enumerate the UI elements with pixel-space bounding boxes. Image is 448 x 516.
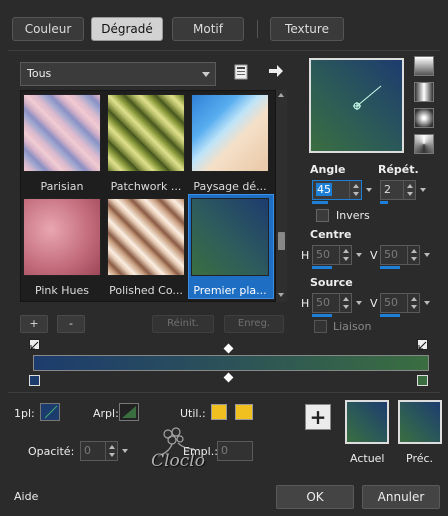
opacity-input[interactable]: 0: [80, 441, 118, 461]
chevron-down-icon: [202, 72, 210, 77]
chevron-up-icon[interactable]: [278, 93, 284, 97]
center-v-input[interactable]: 50: [380, 245, 420, 265]
remove-preset-button[interactable]: -: [57, 315, 85, 333]
foreground-label: 1pl:: [14, 407, 35, 420]
chevron-down-icon[interactable]: [424, 245, 432, 265]
preset-thumbnail-landscape[interactable]: [191, 94, 269, 172]
background-label: Arpl:: [93, 407, 119, 420]
rectangular-style-icon[interactable]: [414, 82, 434, 102]
repeat-label: Répét.: [378, 163, 419, 176]
arrow-right-icon[interactable]: [268, 64, 284, 78]
foreground-swatch[interactable]: [40, 403, 60, 421]
gradient-editor-bar[interactable]: [33, 355, 429, 371]
radial-style-icon[interactable]: [414, 108, 434, 128]
cancel-button[interactable]: Annuler: [362, 485, 440, 509]
chevron-down-icon[interactable]: [122, 441, 130, 461]
center-h-input[interactable]: 50: [312, 245, 352, 265]
preset-thumbnail-polished-copper[interactable]: [107, 198, 185, 276]
link-checkbox[interactable]: [314, 320, 327, 333]
source-h-input[interactable]: 50: [312, 293, 352, 313]
tab-gradient[interactable]: Dégradé: [91, 17, 163, 41]
tab-pattern[interactable]: Motif: [172, 17, 244, 41]
category-dropdown[interactable]: Tous: [20, 62, 216, 86]
angle-slider[interactable]: [312, 201, 328, 204]
tab-texture[interactable]: Texture: [270, 17, 344, 41]
user-color-swatch[interactable]: [235, 404, 253, 420]
divider: [8, 50, 440, 51]
preset-label: Patchwork ...: [110, 180, 182, 193]
chevron-down-icon[interactable]: [356, 293, 364, 313]
source-h-label: H: [301, 297, 310, 310]
use-label: Util.:: [180, 407, 206, 420]
current-label: Actuel: [350, 452, 385, 465]
save-preset-button[interactable]: Enreg.: [224, 315, 284, 333]
tab-color[interactable]: Couleur: [12, 17, 84, 41]
invert-checkbox[interactable]: [316, 209, 329, 222]
midpoint-marker-icon[interactable]: [223, 343, 234, 354]
chevron-down-icon[interactable]: [420, 180, 428, 200]
linear-style-icon[interactable]: [414, 56, 434, 76]
preset-label: Polished Co...: [109, 284, 183, 297]
divider: [8, 392, 440, 393]
watermark-text: Cloclo: [151, 451, 205, 471]
color-stop-start[interactable]: [29, 375, 40, 386]
preset-thumbnail-pink-hues[interactable]: [23, 198, 101, 276]
midpoint-marker-icon[interactable]: [223, 372, 234, 383]
previous-swatch[interactable]: [398, 400, 442, 444]
color-stop-end[interactable]: [417, 375, 428, 386]
location-input[interactable]: 0: [217, 441, 253, 461]
reset-button[interactable]: Réinit.: [152, 315, 214, 333]
opacity-label: Opacité:: [28, 445, 75, 458]
center-h-slider[interactable]: [312, 266, 332, 269]
source-v-slider[interactable]: [380, 314, 400, 317]
source-v-label: V: [370, 297, 378, 310]
chevron-down-icon[interactable]: [356, 245, 364, 265]
preset-label: Pink Hues: [34, 284, 90, 297]
center-v-label: V: [370, 249, 378, 262]
previous-label: Préc.: [406, 452, 434, 465]
angle-label: Angle: [310, 163, 346, 176]
preset-scrollbar[interactable]: [276, 90, 287, 302]
repeat-input[interactable]: 2: [380, 180, 416, 200]
preset-label: Premier pla...: [193, 284, 267, 297]
invert-label: Invers: [336, 209, 370, 222]
background-swatch[interactable]: [119, 403, 139, 421]
chevron-down-icon[interactable]: [278, 293, 284, 297]
scrollbar-thumb[interactable]: [278, 232, 285, 250]
current-swatch[interactable]: [345, 400, 389, 444]
preset-thumbnail-parisian[interactable]: [23, 94, 101, 172]
add-to-swatches-button[interactable]: +: [305, 404, 331, 430]
center-h-label: H: [301, 249, 310, 262]
gradient-preview[interactable]: [309, 58, 404, 153]
add-preset-button[interactable]: +: [20, 315, 48, 333]
ok-button[interactable]: OK: [276, 485, 354, 509]
preset-label: Parisian: [40, 180, 84, 193]
tab-divider: [257, 20, 258, 38]
sunburst-style-icon[interactable]: [414, 134, 434, 154]
user-color-swatch[interactable]: [211, 404, 227, 420]
document-icon[interactable]: [234, 64, 248, 80]
chevron-down-icon[interactable]: [424, 293, 432, 313]
gradient-dialog: Couleur Dégradé Motif Texture Tous Paris…: [0, 0, 448, 516]
source-h-slider[interactable]: [312, 314, 332, 317]
preset-thumbnail-patchwork[interactable]: [107, 94, 185, 172]
link-label: Liaison: [333, 320, 372, 333]
source-label: Source: [310, 276, 353, 289]
center-label: Centre: [310, 228, 352, 241]
repeat-slider[interactable]: [380, 201, 388, 204]
preset-thumbnail-foreground[interactable]: [191, 198, 269, 276]
watermark-logo: Cloclo: [142, 425, 214, 483]
start-marker-icon[interactable]: [29, 339, 40, 350]
end-marker-icon[interactable]: [417, 339, 428, 350]
help-link[interactable]: Aide: [14, 490, 38, 503]
center-v-slider[interactable]: [380, 266, 400, 269]
chevron-down-icon[interactable]: [366, 180, 374, 200]
preset-label: Paysage dé...: [193, 180, 267, 193]
angle-input[interactable]: 45: [312, 180, 362, 200]
source-v-input[interactable]: 50: [380, 293, 420, 313]
category-dropdown-value: Tous: [27, 67, 52, 80]
